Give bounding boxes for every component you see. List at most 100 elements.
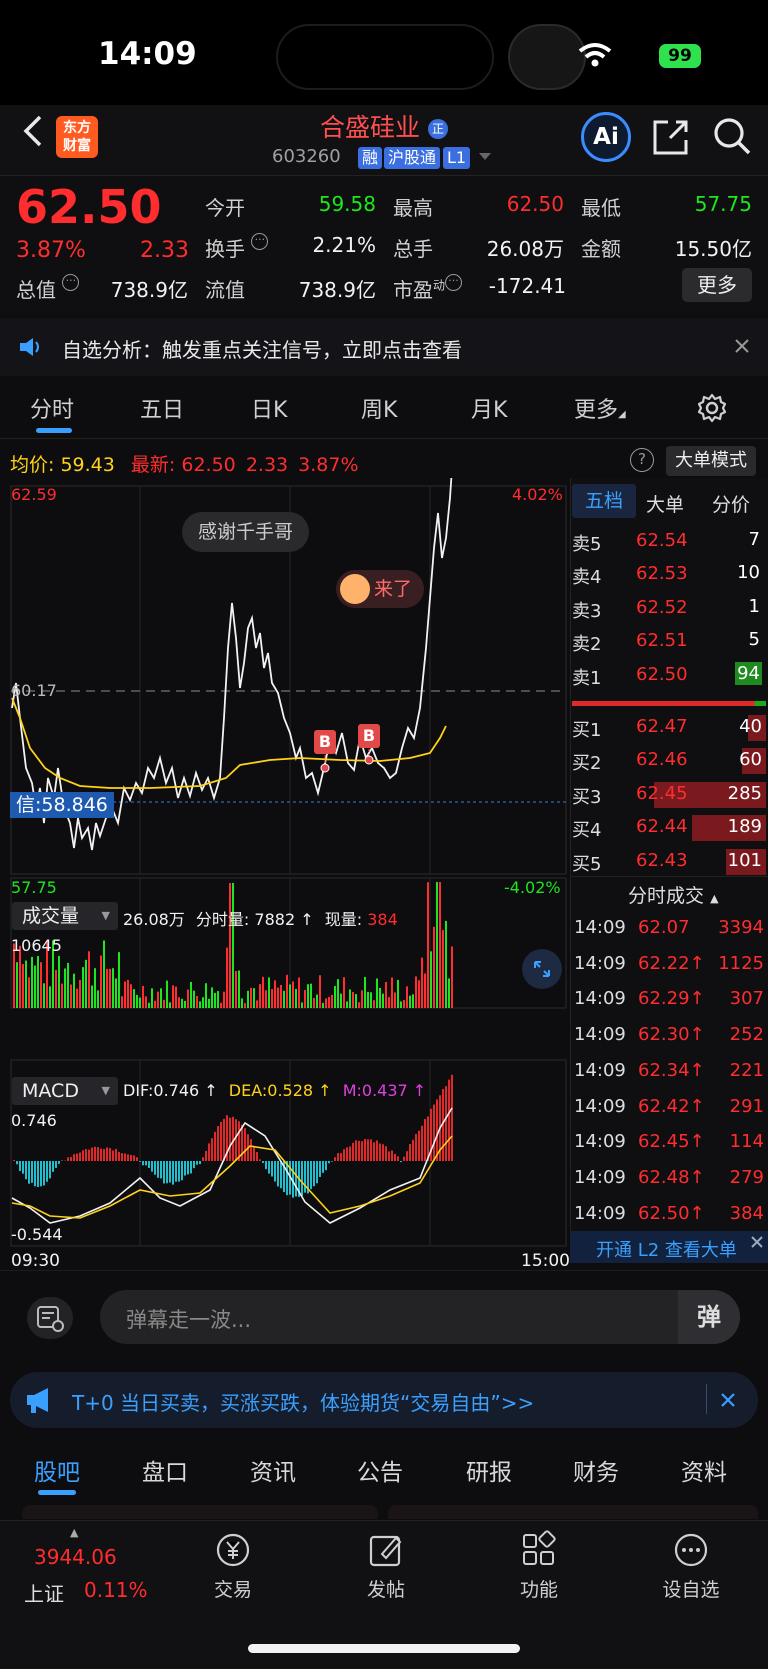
dock-trade[interactable]: 交易 [188, 1530, 278, 1602]
more-button[interactable]: 更多 [682, 268, 752, 302]
volume-bar [262, 976, 264, 1008]
tab-price-dist[interactable]: 分价 [712, 490, 750, 517]
macd-histogram-bar [202, 1157, 204, 1161]
bid-volume: 285 [727, 782, 762, 804]
volume-bar [85, 959, 87, 1008]
share-icon[interactable] [652, 118, 690, 156]
dock-add-watchlist[interactable]: 设自选 [646, 1530, 736, 1602]
volume-bar [196, 996, 198, 1008]
tab-guba[interactable]: 股吧 [34, 1453, 80, 1487]
up-arrow-icon: ↑ [407, 1081, 427, 1100]
volume-bar [226, 947, 228, 1008]
close-icon[interactable] [720, 1392, 736, 1408]
expand-chart-icon[interactable] [522, 949, 562, 989]
trade-row: 14:09 62.22↑ 1125 [572, 949, 768, 982]
buy-marker[interactable]: B [358, 724, 380, 748]
help-icon[interactable]: ? [630, 448, 654, 472]
trade-price: 62.48↑ [638, 1166, 705, 1188]
macd-histogram-bar [409, 1144, 411, 1161]
trade-price: 62.22↑ [638, 952, 705, 974]
volume-bar [367, 991, 369, 1008]
intraday-chart[interactable] [0, 478, 570, 1280]
live-activity-thumbnail[interactable] [508, 24, 586, 90]
megaphone-icon [27, 1388, 48, 1413]
danmaku-input[interactable]: 弹幕走一波... 弹 [100, 1290, 740, 1344]
macd-histogram-bar [271, 1161, 273, 1177]
ask-row[interactable]: 卖2 62.51 5 [572, 626, 768, 659]
volume-bar [433, 926, 435, 1008]
macd-histogram-bar [220, 1121, 222, 1161]
notice-text: 自选分析：触发重点关注信号，立即点击查看 [62, 338, 462, 362]
macd-histogram-bar [385, 1146, 387, 1161]
ask-row[interactable]: 卖3 62.52 1 [572, 593, 768, 626]
danmaku-settings-icon[interactable] [26, 1296, 74, 1340]
tab-intraday[interactable]: 分时 [30, 392, 74, 424]
bid-row[interactable]: 买3 62.45 285 [572, 779, 768, 812]
tab-daily-k[interactable]: 日K [251, 392, 287, 424]
dock-post[interactable]: 发帖 [341, 1530, 431, 1602]
trade-price: 62.42↑ [638, 1095, 705, 1117]
volume-bar [70, 984, 72, 1008]
ai-icon[interactable]: Ai [581, 112, 631, 162]
tab-handicap[interactable]: 盘口 [142, 1453, 188, 1487]
volume-bar [127, 979, 129, 1008]
info-icon[interactable]: ··· [445, 274, 463, 291]
macd-histogram-bar [70, 1157, 72, 1161]
macd-histogram-bar [448, 1079, 450, 1161]
volume-bar [418, 980, 420, 1008]
volume-bar [265, 990, 267, 1008]
bid-row[interactable]: 买5 62.43 101 [572, 846, 768, 879]
trade-time: 14:09 [574, 1166, 626, 1188]
tab-news[interactable]: 资讯 [250, 1453, 296, 1487]
info-icon[interactable]: ··· [62, 274, 80, 291]
macd-histogram-bar [280, 1161, 282, 1189]
dock-add-watchlist-label: 设自选 [662, 1579, 720, 1601]
l2-banner[interactable]: 开通 L2 查看大单 [570, 1231, 768, 1263]
tab-more[interactable]: 更多◢ [574, 392, 626, 424]
trade-volume: 3394 [718, 917, 764, 938]
info-icon[interactable]: ··· [251, 233, 269, 250]
tab-finance[interactable]: 财务 [573, 1453, 619, 1487]
tab-profile[interactable]: 资料 [681, 1453, 727, 1487]
search-icon[interactable] [712, 116, 752, 156]
index-name[interactable]: 上证 [24, 1578, 64, 1607]
trades-title[interactable]: 分时成交 ▲ [628, 881, 719, 908]
bid-row[interactable]: 买1 62.47 40 [572, 712, 768, 745]
ask-row[interactable]: 卖4 62.53 10 [572, 559, 768, 592]
big-order-mode-button[interactable]: 大单模式 [666, 446, 756, 476]
ask-row[interactable]: 卖5 62.54 7 [572, 526, 768, 559]
high-label: 最高 [393, 196, 433, 220]
volume-indicator-select[interactable]: 成交量 ▼ [12, 902, 118, 930]
macd-histogram-bar [253, 1146, 255, 1161]
tab-big-orders[interactable]: 大单 [646, 490, 684, 517]
macd-indicator-select[interactable]: MACD ▼ [12, 1077, 118, 1105]
macd-histogram-bar [265, 1161, 267, 1170]
index-percent[interactable]: 0.11% [84, 1578, 148, 1602]
last-price: 62.50 [16, 180, 162, 234]
bid-row[interactable]: 买4 62.44 189 [572, 812, 768, 845]
tab-weekly-k[interactable]: 周K [361, 392, 397, 424]
dock-functions[interactable]: 功能 [494, 1530, 584, 1602]
buy-marker[interactable]: B [314, 730, 336, 754]
bid-row[interactable]: 买2 62.46 60 [572, 745, 768, 778]
volume-bar [310, 983, 312, 1008]
index-value[interactable]: 3944.06 [34, 1545, 117, 1569]
settings-gear-icon[interactable] [697, 393, 727, 423]
volume-bar [82, 967, 84, 1008]
tab-announcements[interactable]: 公告 [357, 1453, 403, 1487]
volume-bar [280, 984, 282, 1008]
active-tab-indicator [38, 1490, 76, 1495]
close-icon[interactable] [750, 1235, 764, 1249]
trade-row: 14:09 62.48↑ 279 [572, 1163, 768, 1196]
tab-five-levels[interactable]: 五档 [572, 484, 636, 518]
ask-row[interactable]: 卖1 62.50 94 [572, 660, 768, 693]
macd-histogram-bar [334, 1157, 336, 1161]
danmaku-send-button[interactable]: 弹 [678, 1290, 740, 1344]
tab-research[interactable]: 研报 [466, 1453, 512, 1487]
tab-five-day[interactable]: 五日 [140, 392, 184, 424]
tab-monthly-k[interactable]: 月K [471, 392, 507, 424]
open-value: 59.58 [318, 192, 376, 216]
volume-bar [430, 951, 432, 1008]
dropdown-icon[interactable] [478, 152, 492, 162]
close-icon[interactable] [734, 338, 750, 354]
